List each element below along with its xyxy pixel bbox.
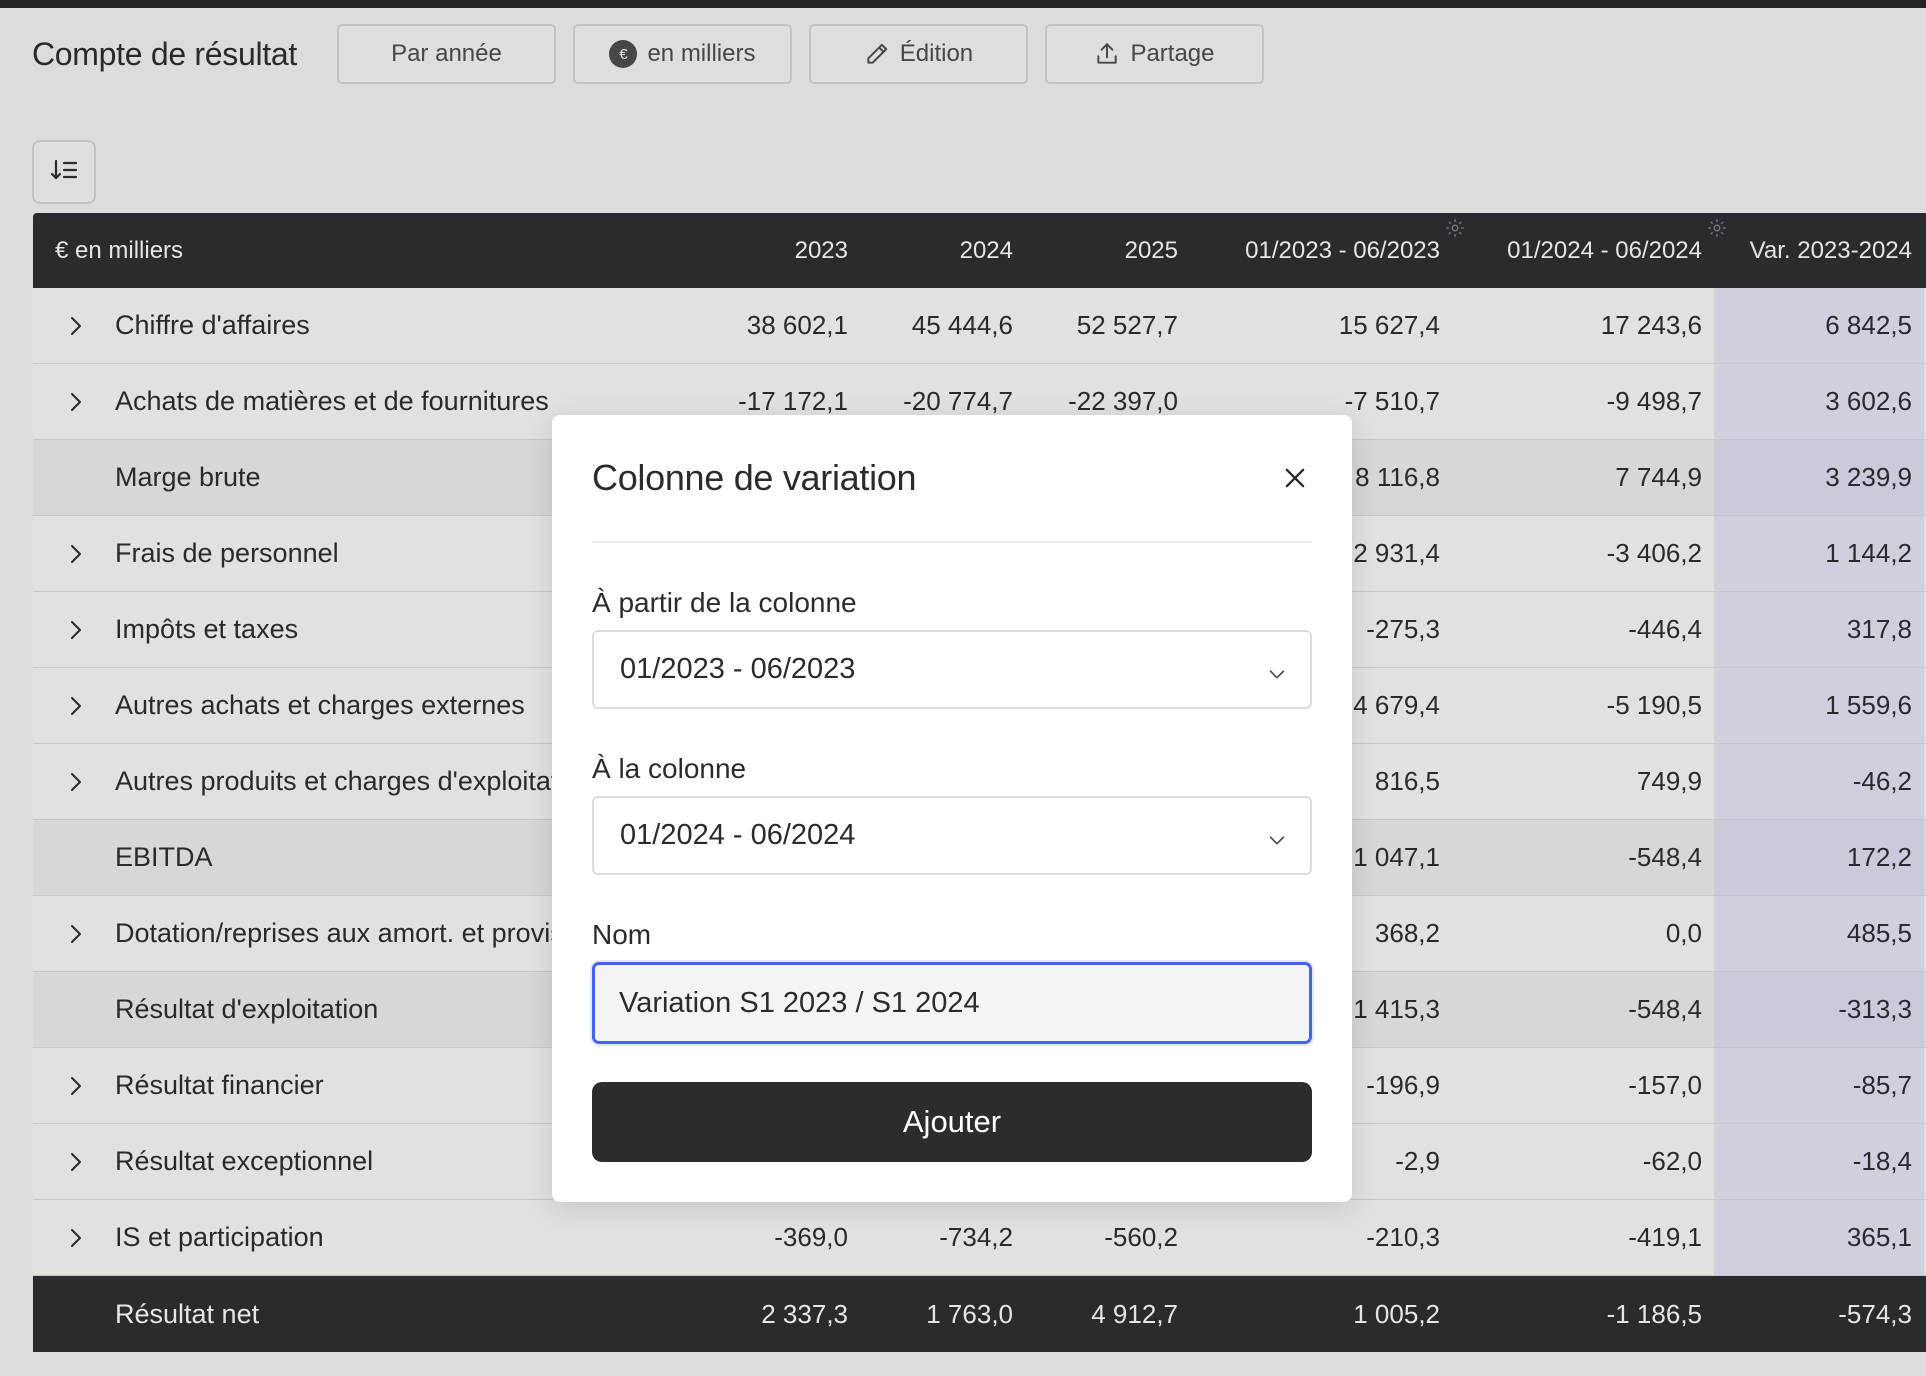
chevron-down-icon: [1266, 826, 1288, 859]
to-column-label: À la colonne: [592, 753, 747, 784]
from-column-select[interactable]: 01/2023 - 06/2023: [592, 630, 1312, 709]
close-button[interactable]: [1272, 457, 1318, 503]
add-button[interactable]: Ajouter: [592, 1082, 1312, 1162]
dialog-title: Colonne de variation: [592, 457, 917, 498]
from-column-value: 01/2023 - 06/2023: [620, 653, 856, 685]
name-input[interactable]: [592, 962, 1312, 1044]
to-column-value: 01/2024 - 06/2024: [620, 819, 856, 851]
from-column-label: À partir de la colonne: [592, 587, 857, 618]
chevron-down-icon: [1266, 660, 1288, 693]
name-label: Nom: [592, 919, 652, 950]
variation-column-dialog: Colonne de variation À partir de la colo…: [552, 415, 1352, 1202]
dialog-divider: [592, 541, 1312, 543]
add-button-label: Ajouter: [902, 1104, 1002, 1139]
top-strip: [0, 0, 1926, 8]
close-icon: [1281, 464, 1309, 497]
to-column-select[interactable]: 01/2024 - 06/2024: [592, 796, 1312, 875]
